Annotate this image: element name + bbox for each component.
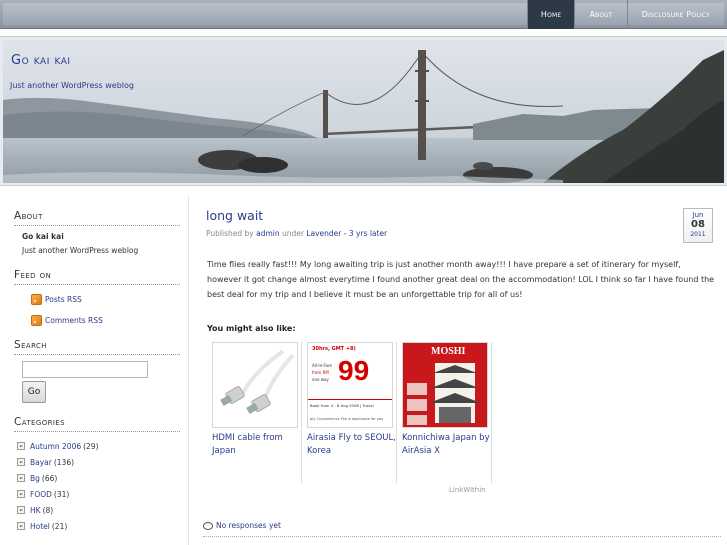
post-body: Time flies really fast!!! My long awaiti… [207,260,715,299]
japanese-castle-icon [407,363,481,425]
category-count: (66) [41,473,58,483]
nav-about[interactable]: About [574,0,626,29]
airasia-price: 99 [338,355,370,386]
golden-gate-bridge-photo [3,40,724,183]
related-post[interactable]: 30hrs, GMT +8) All-In-Fare from RM one w… [302,342,397,483]
post-meta: Published by admin under Lavender - 3 yr… [206,229,387,238]
about-name: Go kai kai [22,232,64,241]
bullet-arrow-icon [17,506,25,514]
category-link[interactable]: FOOD [30,490,52,499]
categories-widget: Categories Autumn 2006 (29) Bayar (136) … [14,416,180,534]
airasia-book-text: Book from 4 - 8 Aug 2008 | Travel [310,403,374,408]
airasia-fare-text: All-In-Fare [312,363,332,368]
category-item[interactable]: Bayar (136) [17,454,180,470]
post-category-link[interactable]: Lavender - 3 yrs later [306,229,387,238]
related-thumbnail-hdmi[interactable] [212,342,298,428]
category-link[interactable]: Bg [30,474,40,483]
category-item[interactable]: Bg (66) [17,470,180,486]
nav-home[interactable]: Home [526,0,575,29]
header-banner-image: Go kai kai Just another WordPress weblog [3,40,724,183]
nav-disclosure-policy[interactable]: Disclosure Policy [626,0,724,29]
post-meta-under: under [281,229,304,238]
related-posts: HDMI cable from Japan 30hrs, GMT +8) All… [207,342,492,483]
header: Go kai kai Just another WordPress weblog [0,36,727,186]
search-input[interactable] [22,361,148,378]
you-might-also-like-heading: You might also like: [207,324,296,333]
category-count: (136) [53,457,75,467]
hdmi-cable-icon [220,349,295,414]
category-count: (8) [42,505,54,515]
column-divider [188,196,189,545]
rss-icon [31,294,42,305]
related-title[interactable]: Airasia Fly to SEOUL, Korea [307,432,396,458]
about-widget: About Go kai kai Just another WordPress … [14,210,180,255]
category-link[interactable]: Hotel [30,522,50,531]
sidebar: About Go kai kai Just another WordPress … [14,210,180,534]
bullet-arrow-icon [17,490,25,498]
main-nav: Home About Disclosure Policy [526,0,724,29]
feeds-widget-title: Feed on [14,269,180,285]
category-item[interactable]: Autumn 2006 (29) [17,438,180,454]
categories-widget-title: Categories [14,416,180,432]
no-responses-link[interactable]: No responses yet [216,521,281,530]
airasia-top-text: 30hrs, GMT +8) [312,346,356,352]
related-post[interactable]: MOSHI Konnichiwa Japan by AirAsia X [397,342,492,483]
post-date-day: 08 [691,219,705,230]
post-author-link[interactable]: admin [256,229,280,238]
post-date-month: Jun [692,211,704,219]
category-item[interactable]: FOOD (31) [17,486,180,502]
related-post[interactable]: HDMI cable from Japan [207,342,302,483]
search-widget-title: Search [14,339,180,355]
post-title[interactable]: long wait [206,208,263,223]
comment-bubble-icon [203,521,213,530]
category-item[interactable]: Hotel (21) [17,518,180,534]
airasia-way-text: one way [312,377,329,382]
feeds-widget: Feed on Posts RSS Comments RSS [14,269,180,329]
comments-link[interactable]: No responses yet [203,521,281,530]
bullet-arrow-icon [17,522,25,530]
category-count: (29) [83,441,99,451]
airasia-divider [308,399,392,400]
category-link[interactable]: Autumn 2006 [30,442,81,451]
airasia-note-text: ply. Convenience Fee is applicable for p… [310,417,384,421]
related-title[interactable]: Konnichiwa Japan by AirAsia X [402,432,491,458]
site-title[interactable]: Go kai kai [11,53,71,68]
bullet-arrow-icon [17,474,25,482]
related-thumbnail-airasia[interactable]: 30hrs, GMT +8) All-In-Fare from RM one w… [307,342,393,428]
post-meta-published: Published by [206,229,254,238]
post-date-year: 2011 [690,231,706,238]
category-count: (21) [51,521,68,531]
rss-icon [31,315,42,326]
linkwithin-credit[interactable]: LinkWithin [449,486,486,494]
category-item[interactable]: HK (8) [17,502,180,518]
posts-rss-label[interactable]: Posts RSS [45,295,82,304]
about-text: Just another WordPress weblog [22,246,139,255]
comments-rss-link[interactable]: Comments RSS [31,312,180,329]
airasia-from-text: from RM [312,370,329,375]
category-count: (31) [53,489,70,499]
related-title[interactable]: HDMI cable from Japan [212,432,301,458]
bullet-arrow-icon [17,458,25,466]
category-link[interactable]: HK [30,506,41,515]
search-go-button[interactable]: Go [22,381,46,403]
post-date-badge: Jun 08 2011 [683,208,713,243]
about-widget-title: About [14,210,180,226]
search-widget: Search Go [14,339,180,403]
related-thumbnail-japan[interactable]: MOSHI [402,342,488,428]
category-link[interactable]: Bayar [30,458,52,467]
bullet-arrow-icon [17,442,25,450]
post-bottom-divider [203,536,721,537]
site-description: Just another WordPress weblog [10,81,135,90]
top-nav-bar: Home About Disclosure Policy [0,0,727,29]
posts-rss-link[interactable]: Posts RSS [31,291,180,308]
comments-rss-label[interactable]: Comments RSS [45,316,103,325]
